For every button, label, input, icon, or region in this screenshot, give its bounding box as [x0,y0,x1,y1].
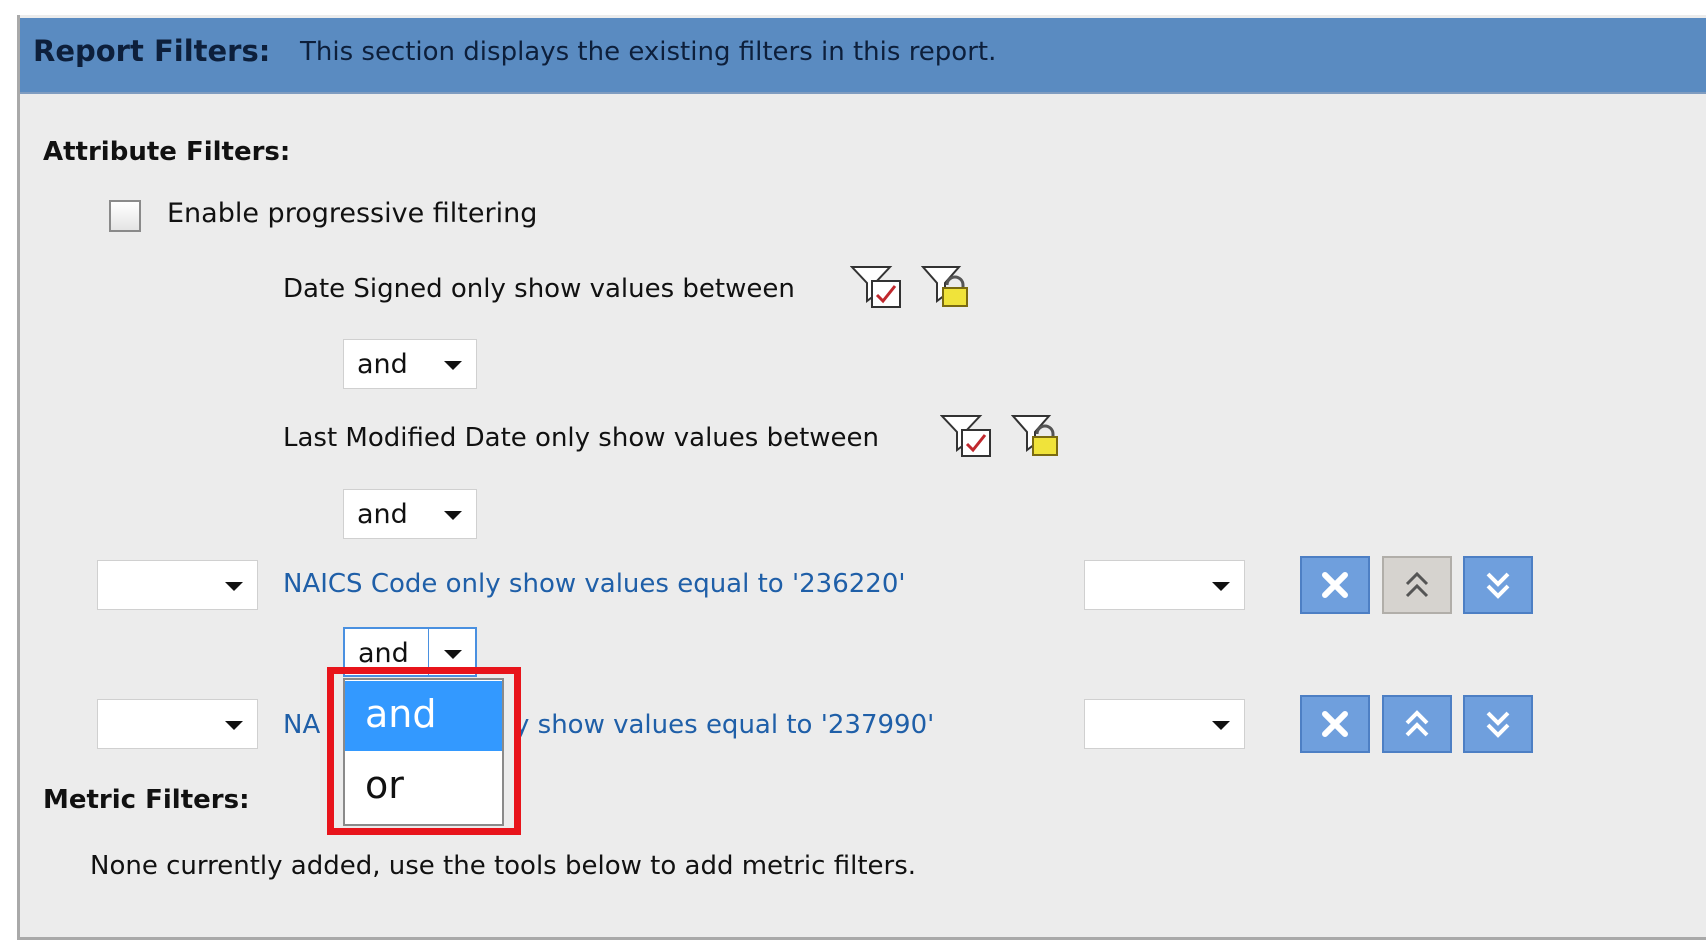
filter-edit-icon[interactable] [850,263,904,309]
move-up-icon [1405,710,1429,737]
operator-select-3-value: and [358,638,409,669]
open-paren-select-4[interactable] [97,699,258,749]
remove-filter-button-4[interactable] [1300,695,1370,753]
operator-select-2-value: and [357,499,408,530]
operator-select-3-toggle[interactable] [428,629,475,675]
operator-dropdown-list: and or [343,678,504,826]
move-down-button-3[interactable] [1463,556,1533,614]
operator-select-1[interactable]: and [343,339,477,389]
filter-last-modified-text: Last Modified Date only show values betw… [283,423,880,453]
filter-lock-icon[interactable] [921,263,969,309]
filter-edit-icon[interactable] [940,412,994,458]
chevron-down-icon [444,650,462,659]
remove-filter-button-3[interactable] [1300,556,1370,614]
progressive-filtering-label: Enable progressive filtering [167,198,538,229]
dropdown-option-or[interactable]: or [345,752,502,822]
remove-icon [1322,572,1348,598]
filter-naics-236220-link[interactable]: NAICS Code only show values equal to '23… [283,569,906,599]
header-title: Report Filters: [33,34,271,68]
move-down-button-4[interactable] [1463,695,1533,753]
dropdown-option-and[interactable]: and [345,681,502,751]
attribute-filters-label: Attribute Filters: [43,137,291,167]
metric-filters-label: Metric Filters: [43,785,250,815]
operator-select-1-value: and [357,349,408,380]
move-down-icon [1486,711,1510,738]
filter-date-signed-text: Date Signed only show values between [283,274,795,304]
remove-icon [1322,711,1348,737]
operator-select-2[interactable]: and [343,489,477,539]
move-up-icon [1405,571,1429,598]
close-paren-select-3[interactable] [1084,560,1245,610]
move-down-icon [1486,572,1510,599]
filter-naics-237990-link-end[interactable]: y show values equal to '237990' [514,710,934,740]
operator-select-3[interactable]: and [343,627,477,677]
chevron-down-icon [225,721,243,730]
filter-naics-237990-link-start[interactable]: NA [283,710,320,740]
open-paren-select-3[interactable] [97,560,258,610]
chevron-down-icon [444,511,462,520]
move-up-button-4[interactable] [1382,695,1452,753]
filter-lock-icon[interactable] [1011,412,1059,458]
close-paren-select-4[interactable] [1084,699,1245,749]
chevron-down-icon [444,361,462,370]
chevron-down-icon [1212,721,1230,730]
report-filters-header: Report Filters: This section displays th… [20,18,1706,94]
metric-filters-empty-text: None currently added, use the tools belo… [90,851,917,881]
header-description: This section displays the existing filte… [300,37,997,67]
progressive-filtering-checkbox[interactable] [109,200,141,232]
chevron-down-icon [1212,582,1230,591]
move-up-button-3[interactable] [1382,556,1452,614]
chevron-down-icon [225,582,243,591]
